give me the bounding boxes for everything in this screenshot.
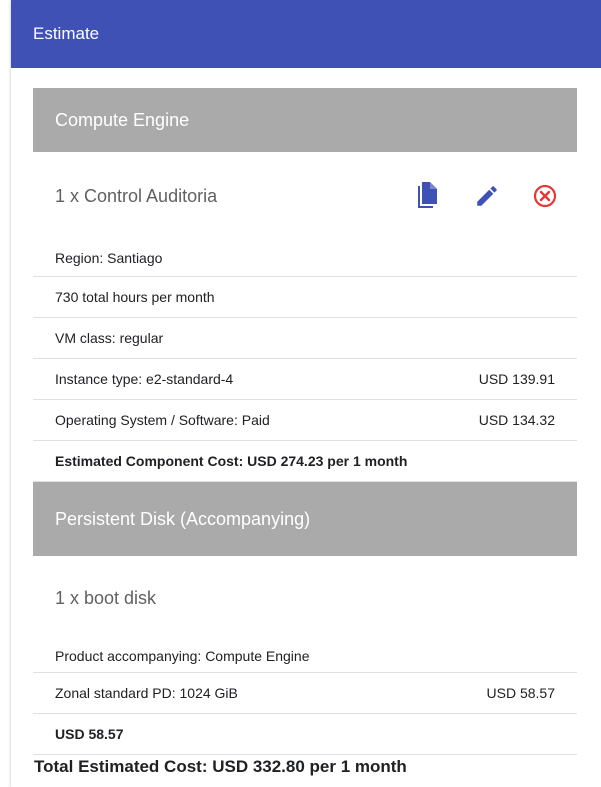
copy-icon [418,182,437,208]
disk-component-cost: USD 58.57 [33,714,577,755]
item-actions [397,178,557,214]
row-label: Zonal standard PD: 1024 GiB [55,685,238,701]
row-price: USD 58.57 [486,685,555,701]
estimate-title: Estimate [33,24,100,43]
disk-row-zonal-pd: Zonal standard PD: 1024 GiB USD 58.57 [33,673,577,714]
persistent-disk-section-title: Persistent Disk (Accompanying) [55,509,311,529]
compute-row-hours: 730 total hours per month [33,277,577,318]
component-cost-label: USD 58.57 [55,726,124,742]
delete-button[interactable] [517,178,557,214]
edit-button[interactable] [457,178,517,214]
compute-item-title-row: 1 x Control Auditoria [33,152,577,240]
estimate-panel: Estimate Compute Engine 1 x Control Audi… [11,0,601,787]
edit-icon [477,186,497,206]
compute-component-cost: Estimated Component Cost: USD 274.23 per… [33,441,577,482]
disk-row-product: Product accompanying: Compute Engine [33,640,577,673]
persistent-disk-section-header: Persistent Disk (Accompanying) [33,482,577,556]
row-label: Product accompanying: Compute Engine [55,648,310,664]
component-cost-label: Estimated Component Cost: USD 274.23 per… [55,453,408,469]
copy-button[interactable] [397,178,457,214]
delete-icon [533,184,557,208]
row-label: Instance type: e2-standard-4 [55,371,234,387]
row-price: USD 139.91 [478,371,555,387]
row-price: USD 134.32 [478,412,555,428]
row-label: VM class: regular [55,330,164,346]
row-label: 730 total hours per month [55,289,215,305]
estimate-content: Compute Engine 1 x Control Auditoria Reg… [33,88,577,755]
compute-row-instance-type: Instance type: e2-standard-4 USD 139.91 [33,359,577,400]
compute-item-title: 1 x Control Auditoria [55,185,218,206]
compute-row-os: Operating System / Software: Paid USD 13… [33,400,577,441]
row-label: Region: Santiago [55,250,163,266]
total-estimated-cost: Total Estimated Cost: USD 332.80 per 1 m… [34,757,407,776]
compute-engine-section-title: Compute Engine [55,110,190,130]
disk-item-title: 1 x boot disk [55,587,157,608]
compute-row-vm-class: VM class: regular [33,318,577,359]
row-label: Operating System / Software: Paid [55,412,270,428]
disk-item-title-row: 1 x boot disk [33,556,577,640]
estimate-header: Estimate [11,0,601,68]
compute-row-region: Region: Santiago [33,240,577,277]
compute-engine-section-header: Compute Engine [33,88,577,152]
